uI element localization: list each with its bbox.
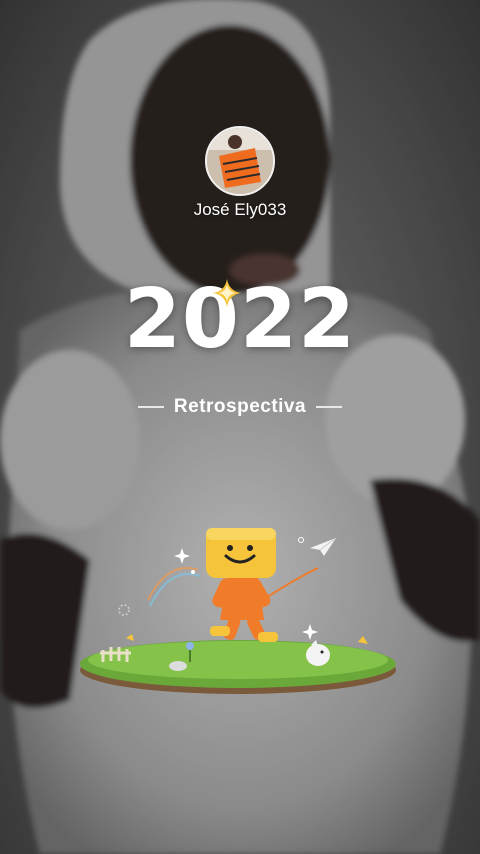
mascot-illustration — [80, 528, 396, 694]
user-avatar[interactable] — [205, 126, 275, 196]
subtitle-row: Retrospectiva — [0, 396, 480, 418]
retrospective-screen: José Ely033 2022 Retrospectiva — [0, 0, 480, 854]
subtitle-label: Retrospectiva — [173, 396, 307, 417]
avatar-photo — [207, 128, 273, 194]
username-label: José Ely033 — [193, 200, 287, 219]
subtitle-right-rule — [316, 406, 343, 408]
sparkle-icon — [213, 279, 241, 307]
subtitle-left-rule — [137, 406, 164, 408]
